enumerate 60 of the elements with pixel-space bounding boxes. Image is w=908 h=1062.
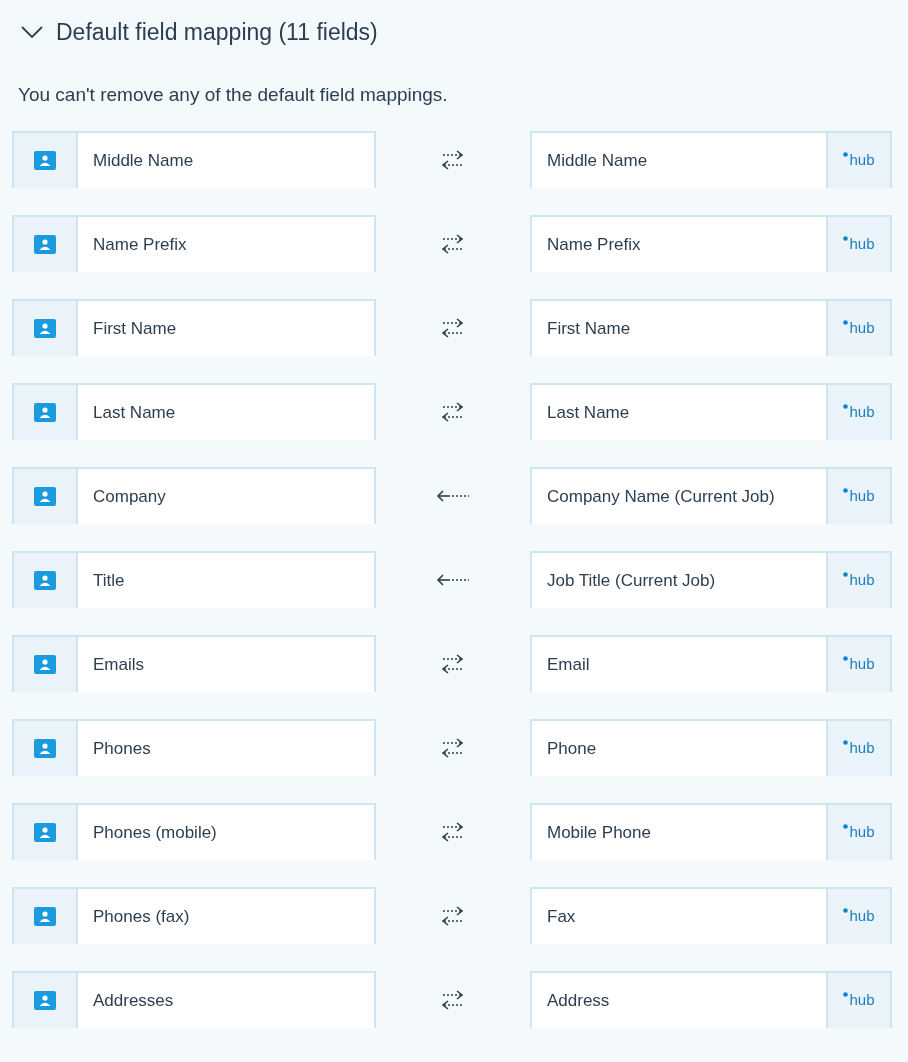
dot-icon	[843, 656, 849, 662]
dot-icon	[843, 152, 849, 158]
logo-text: hub	[849, 150, 875, 171]
logo-text: hub	[849, 570, 875, 591]
field-label: Emails	[92, 653, 144, 676]
field-label: Phones (fax)	[92, 905, 190, 928]
field-label: Last Name	[92, 401, 176, 424]
field-label: Name Prefix	[92, 233, 187, 256]
logo-text: hub	[849, 990, 875, 1011]
logo-text: hub	[849, 906, 875, 927]
contact-card-icon	[33, 821, 57, 844]
dot-icon	[843, 488, 849, 494]
logo-text: hub	[849, 738, 875, 759]
field-label: Email	[546, 653, 591, 676]
chevron-icon[interactable]	[20, 25, 44, 39]
field-label: Phones	[92, 737, 151, 760]
field-label: Addresses	[92, 989, 174, 1012]
field-label: First Name	[92, 317, 177, 340]
dot-icon	[843, 320, 849, 326]
contact-card-icon	[33, 317, 57, 340]
field-label: Name Prefix	[546, 233, 642, 256]
description-text: You can't remove any of the default field mappings.	[17, 83, 449, 107]
dot-icon	[843, 824, 849, 830]
contact-card-icon	[33, 905, 57, 928]
field-label: Last Name	[546, 401, 631, 424]
dot-icon	[843, 236, 849, 242]
contact-card-icon	[33, 233, 57, 256]
field-label: Mobile Phone	[546, 821, 652, 844]
field-label: Company Name (Current Job)	[546, 485, 776, 508]
logo-text: hub	[849, 822, 875, 843]
dot-icon	[843, 404, 849, 410]
field-label: Middle Name	[546, 149, 649, 172]
field-label: First Name	[546, 317, 632, 340]
field-label: Address	[546, 989, 611, 1012]
field-label: Phone	[546, 737, 598, 760]
contact-card-icon	[33, 737, 57, 760]
contact-card-icon	[33, 989, 57, 1012]
logo-text: hub	[849, 486, 875, 507]
left-arrow-icon	[436, 572, 470, 587]
logo-text: hub	[849, 318, 875, 339]
field-label: Title	[92, 569, 125, 592]
dot-icon	[843, 740, 849, 746]
logo-text: hub	[849, 234, 875, 255]
contact-card-icon	[33, 149, 57, 172]
field-label: Company	[92, 485, 166, 508]
field-label: Fax	[546, 905, 577, 928]
contact-card-icon	[33, 401, 57, 424]
field-label: Phones (mobile)	[92, 821, 217, 844]
dot-icon	[843, 572, 849, 578]
dot-icon	[843, 908, 849, 914]
dot-icon	[843, 992, 849, 998]
left-arrow-icon	[436, 488, 470, 503]
field-label: Middle Name	[92, 149, 194, 172]
contact-card-icon	[33, 653, 57, 676]
logo-text: hub	[849, 402, 875, 423]
contact-card-icon	[33, 485, 57, 508]
field-label: Job Title (Current Job)	[546, 569, 717, 592]
contact-card-icon	[33, 569, 57, 592]
logo-text: hub	[849, 654, 875, 675]
section-title[interactable]: Default field mapping (11 fields)	[56, 14, 378, 50]
